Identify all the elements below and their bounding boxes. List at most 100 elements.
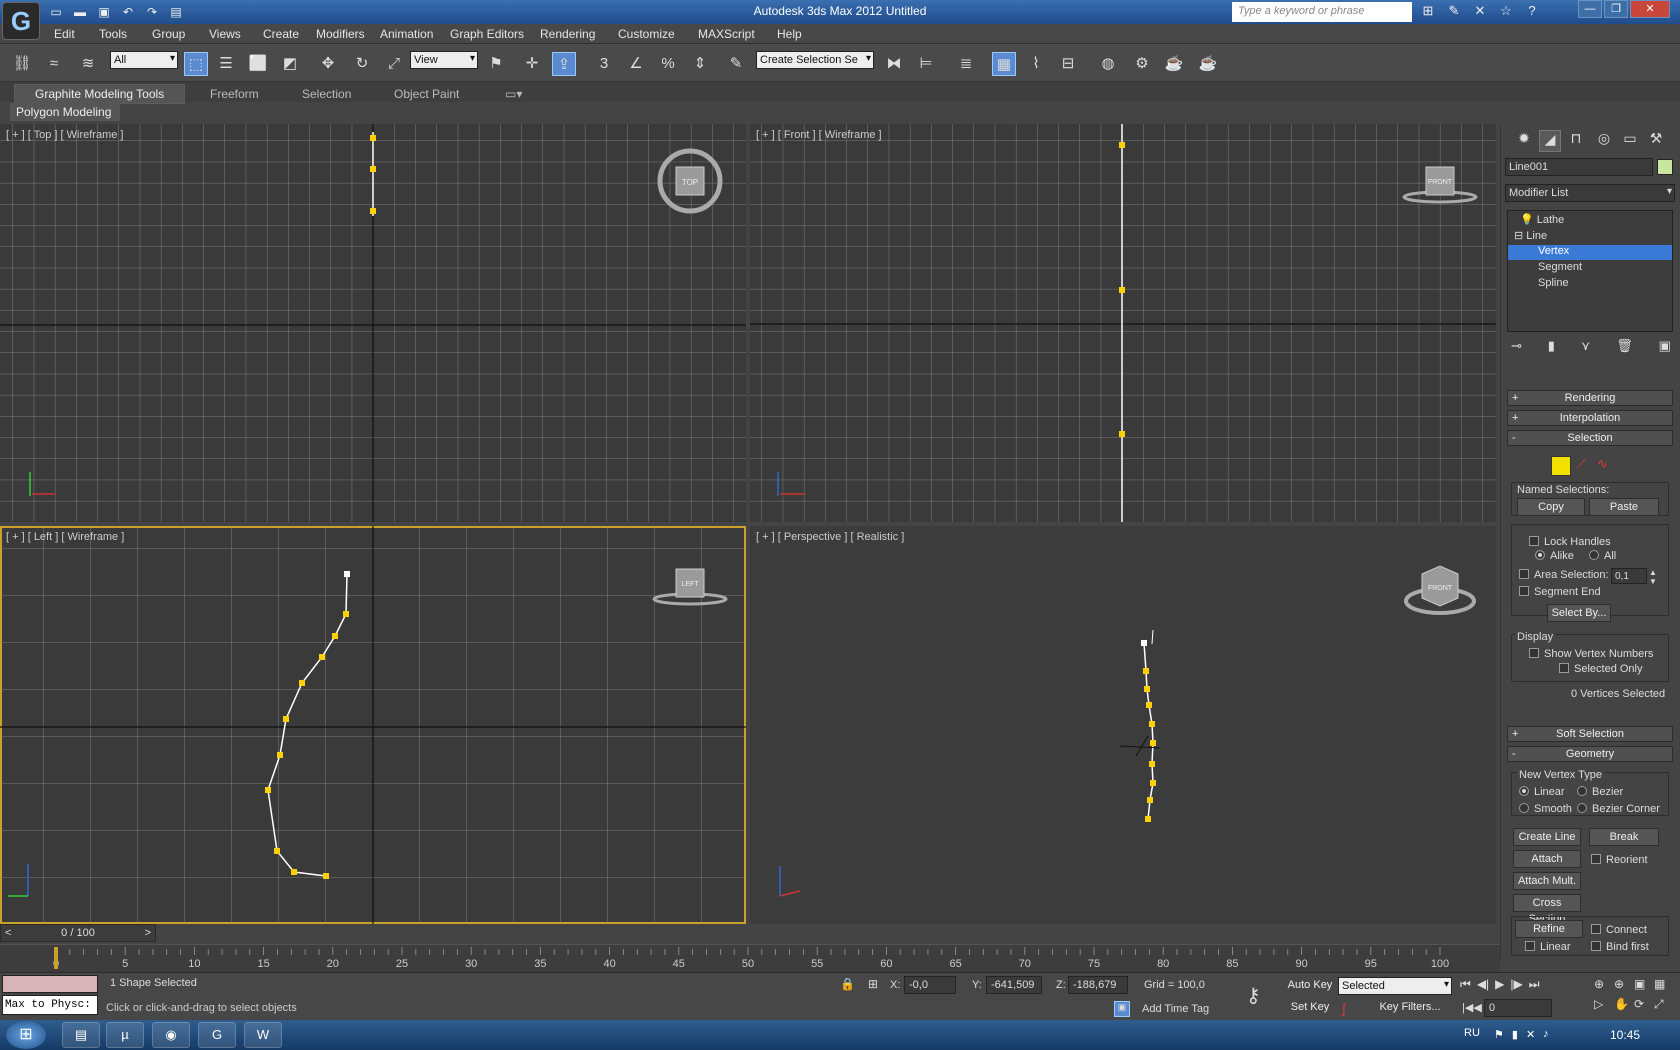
set-key-button[interactable]: Set Key [1286,999,1334,1017]
create-tab-icon[interactable]: ✹ [1513,130,1535,152]
add-time-tag[interactable]: Add Time Tag [1142,1003,1209,1015]
viewport-top-label[interactable]: [ + ] [ Top ] [ Wireframe ] [6,129,123,141]
language-indicator[interactable]: RU [1464,1027,1480,1039]
modify-tab-icon[interactable]: ◢ [1539,130,1561,152]
snaps-toggle-icon[interactable]: 3 [592,52,616,76]
graphite-toggle-icon[interactable]: ▦ [992,52,1016,76]
connect-checkbox[interactable]: Connect [1591,924,1647,936]
next-frame-icon[interactable]: > [145,925,151,941]
default-in-out-tangent-icon[interactable]: ∫ [1342,1001,1346,1016]
viewport-top[interactable]: TOP [ + ] [ Top ] [ Wireframe ] [0,124,746,522]
break-button[interactable]: Break [1589,828,1659,846]
object-color-swatch[interactable] [1657,159,1673,175]
remove-modifier-icon[interactable]: 🗑 [1616,338,1633,358]
reference-coordinate-dropdown[interactable]: View [410,51,478,69]
key-mode-toggle-icon[interactable]: |◀◀ [1462,1001,1482,1014]
modifier-list-dropdown[interactable]: Modifier List [1505,184,1675,202]
rollout-geometry[interactable]: - Geometry [1507,746,1673,762]
area-selection-spinner[interactable]: 0,1 [1611,568,1647,584]
stack-item-segment[interactable]: Segment [1510,261,1670,275]
tab-graphite-modeling-tools[interactable]: Graphite Modeling Tools [14,84,186,104]
utilities-tab-icon[interactable]: ⚒ [1645,130,1667,152]
rendered-frame-window-icon[interactable]: ☕ [1162,52,1186,76]
configure-sets-icon[interactable]: ▣ [1659,338,1671,358]
track-bar[interactable]: 0510152025303540455055606570758085909510… [0,944,1500,972]
light-bulb-icon[interactable]: 💡 [1520,214,1534,226]
stack-item-lathe[interactable]: 💡 Lathe [1510,213,1670,227]
communication-icon[interactable]: ✕ [1470,3,1490,21]
viewport-perspective-label[interactable]: [ + ] [ Perspective ] [ Realistic ] [756,531,904,543]
show-end-result-icon[interactable]: ▮ [1548,338,1555,358]
menu-customize[interactable]: Customize [618,27,675,41]
attach-button[interactable]: Attach [1513,850,1581,868]
orbit-icon[interactable]: ⟳ [1634,997,1654,1012]
menu-modifiers[interactable]: Modifiers [316,27,365,41]
viewport-front-label[interactable]: [ + ] [ Front ] [ Wireframe ] [756,129,882,141]
segment-end-checkbox[interactable]: Segment End [1519,586,1601,598]
select-by-name-icon[interactable]: ☰ [214,52,238,76]
clock[interactable]: 10:45 [1610,1028,1640,1042]
zoom-all-icon[interactable]: ⊕ [1614,977,1634,991]
bind-space-warp-icon[interactable]: ≋ [76,52,100,76]
menu-edit[interactable]: Edit [54,27,75,41]
go-to-end-icon[interactable]: ⏭ [1529,977,1540,992]
spinner-arrows-icon[interactable]: ▲ ▼ [1649,568,1657,586]
menu-help[interactable]: Help [777,27,802,41]
attach-mult-button[interactable]: Attach Mult. [1513,872,1581,890]
viewport-left[interactable]: LEFT [ + ] [ Left ] [ Wireframe ] [0,526,746,924]
reorient-checkbox[interactable]: Reorient [1591,854,1648,866]
project-folder-icon[interactable]: ▤ [166,3,186,21]
object-name-field[interactable]: Line001 [1505,158,1653,176]
zoom-extents-all-icon[interactable]: ▦ [1654,977,1674,991]
save-icon[interactable]: ▣ [94,3,114,21]
segment-level-icon[interactable]: ⟋ [1577,456,1586,472]
close-icon[interactable]: ✕ [1630,0,1670,18]
curve-editor-icon[interactable]: ⌇ [1024,52,1048,76]
viewport-left-label[interactable]: [ + ] [ Left ] [ Wireframe ] [6,531,124,543]
ribbon-options-icon[interactable]: ▭▾ [505,87,522,101]
play-icon[interactable]: ▶ [1495,977,1504,992]
linear-checkbox[interactable]: Linear [1525,941,1571,953]
redo-icon[interactable]: ↷ [142,3,162,21]
menu-maxscript[interactable]: MAXScript [698,27,755,41]
key-filters-button[interactable]: Key Filters... [1370,999,1450,1017]
copy-button[interactable]: Copy [1517,498,1585,516]
tab-freeform[interactable]: Freeform [210,87,259,101]
selection-filter-dropdown[interactable]: All [110,51,178,69]
rollout-rendering[interactable]: + Rendering [1507,390,1673,406]
rotate-icon[interactable]: ↻ [350,52,374,76]
new-file-icon[interactable]: ▭ [46,3,66,21]
current-frame-field[interactable]: 0 [1484,999,1552,1017]
application-button[interactable]: G [2,2,40,40]
window-crossing-icon[interactable]: ◩ [278,52,302,76]
start-button-icon[interactable]: ⊞ [6,1021,46,1049]
3dsmax-taskbar-icon[interactable]: G [198,1022,236,1048]
viewport-perspective[interactable]: FRONT [ + ] [ Perspective ] [ Realistic … [750,526,1496,924]
time-tag-icon[interactable]: ▣ [1114,1001,1130,1017]
cross-section-button[interactable]: Cross Section [1513,894,1581,925]
chrome-taskbar-icon[interactable]: ◉ [152,1022,190,1048]
menu-rendering[interactable]: Rendering [540,27,595,41]
scale-icon[interactable]: ⤢ [382,52,406,76]
zoom-extents-icon[interactable]: ▣ [1634,977,1654,991]
display-tab-icon[interactable]: ▭ [1619,130,1641,152]
lock-handles-checkbox[interactable]: Lock Handles [1529,536,1611,548]
selection-lock-icon[interactable]: 🔒 [840,977,855,991]
menu-tools[interactable]: Tools [99,27,127,41]
layer-manager-icon[interactable]: ≣ [954,52,978,76]
restore-icon[interactable]: ❐ [1604,0,1628,18]
move-icon[interactable]: ✥ [316,52,340,76]
x-coordinate-field[interactable]: -0,0 [904,976,956,994]
material-editor-icon[interactable]: ◍ [1096,52,1120,76]
key-mode-dropdown[interactable]: Selected [1338,977,1452,995]
refine-button[interactable]: Refine [1515,920,1583,938]
time-slider[interactable]: < 0 / 100 > [0,924,156,942]
render-production-icon[interactable]: ☕ [1196,52,1220,76]
undo-icon[interactable]: ↶ [118,3,138,21]
select-object-icon[interactable]: ⬚ [184,52,208,76]
paste-button[interactable]: Paste [1589,498,1659,516]
subscription-icon[interactable]: ✎ [1444,3,1464,21]
ribbon-panel-polygon-modeling[interactable]: Polygon Modeling [10,103,120,121]
stack-item-line[interactable]: ⊟ Line [1510,229,1670,243]
word-taskbar-icon[interactable]: W [244,1022,282,1048]
